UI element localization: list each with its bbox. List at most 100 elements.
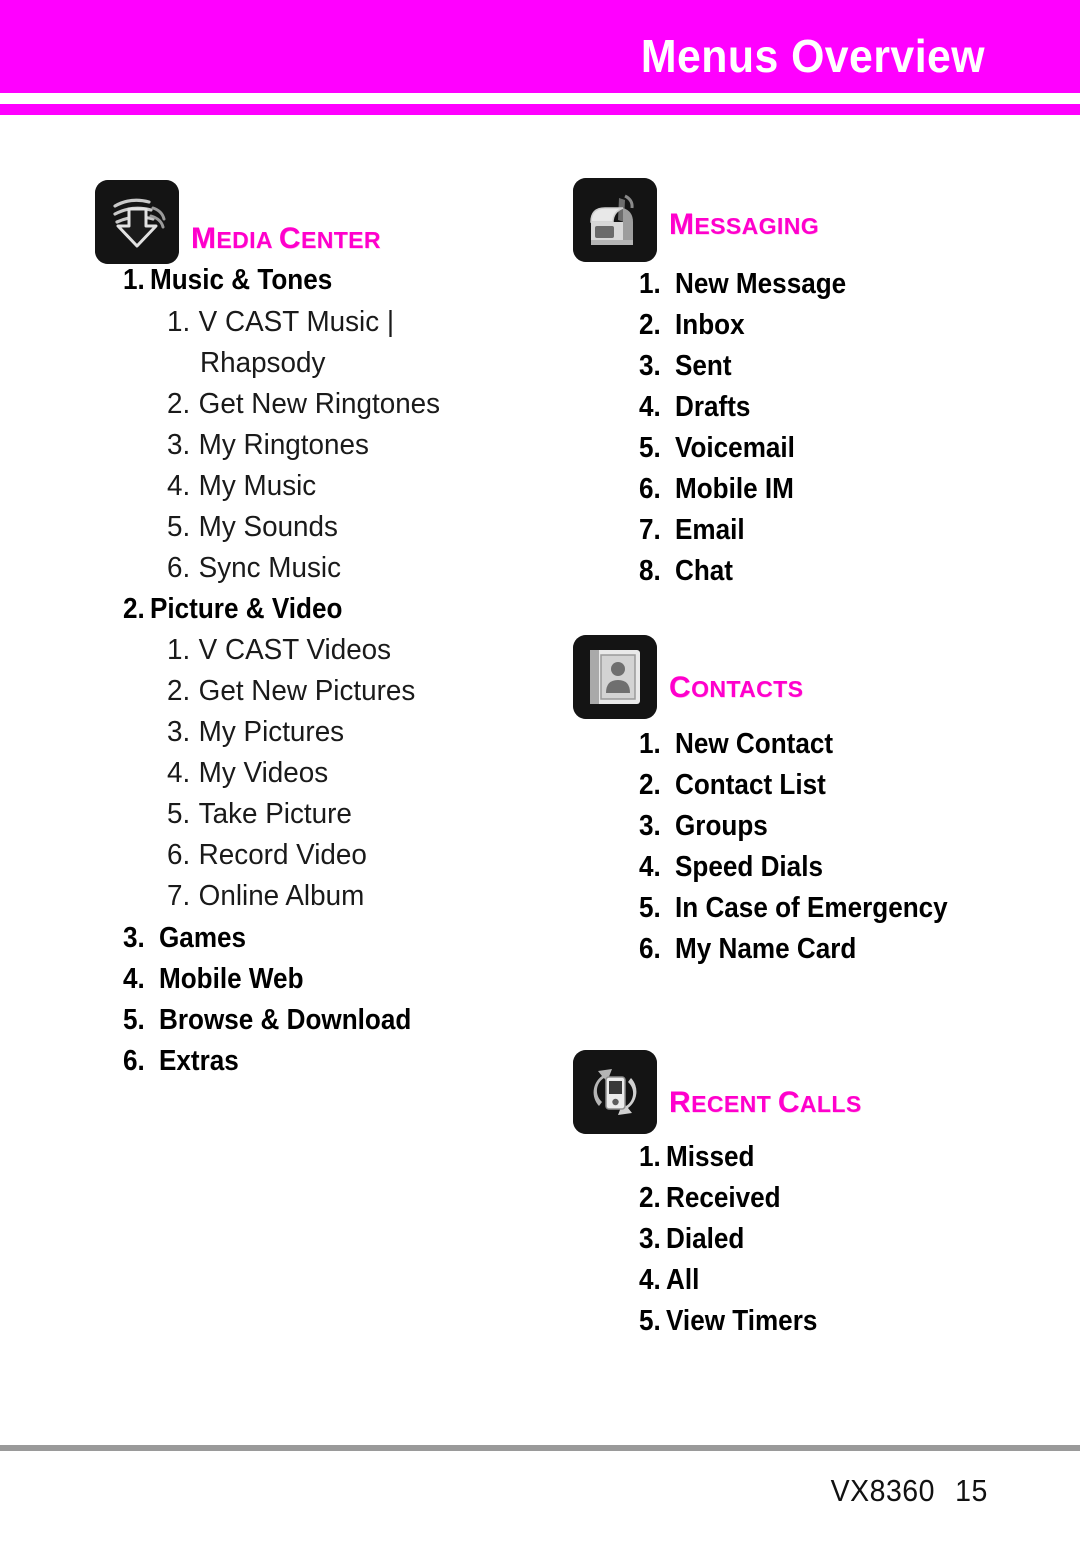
- list-item[interactable]: 4. Mobile Web: [123, 965, 304, 994]
- item-number: 1.: [167, 634, 191, 666]
- item-number: 2.: [167, 388, 191, 420]
- list-item[interactable]: 4. My Videos: [167, 759, 328, 788]
- item-number: 3.: [167, 429, 191, 461]
- list-item[interactable]: 6. Record Video: [167, 841, 367, 870]
- item-number: 6.: [639, 933, 661, 965]
- item-number: 1.: [123, 264, 145, 296]
- list-item[interactable]: 3. My Pictures: [167, 718, 344, 747]
- list-item[interactable]: 6. My Name Card: [639, 935, 856, 964]
- item-label: Rhapsody: [200, 347, 326, 379]
- item-number: 6.: [167, 839, 191, 871]
- item-number: 3.: [639, 350, 661, 382]
- item-label: New Contact: [675, 728, 834, 760]
- item-label: Groups: [675, 810, 768, 842]
- list-item[interactable]: 2. Inbox: [639, 311, 745, 340]
- list-item[interactable]: 7. Online Album: [167, 882, 364, 911]
- item-label: New Message: [675, 268, 847, 300]
- item-number: 1.: [639, 728, 661, 760]
- item-number: 4.: [167, 470, 191, 502]
- item-label: Online Album: [198, 880, 365, 912]
- recent-calls-icon: [573, 1050, 657, 1134]
- footer: VX8360 15: [831, 1473, 988, 1509]
- item-label: My Music: [198, 470, 317, 502]
- list-item[interactable]: 2. Received: [639, 1184, 781, 1213]
- item-label: Take Picture: [198, 798, 352, 830]
- list-item[interactable]: 6. Mobile IM: [639, 475, 794, 504]
- list-item[interactable]: 6. Sync Music: [167, 554, 341, 583]
- list-item[interactable]: 5. View Timers: [639, 1307, 817, 1336]
- media-center-title: MEDIA CENTER: [191, 224, 381, 254]
- list-item[interactable]: 1. V CAST Videos: [167, 636, 391, 665]
- item-label: Music & Tones: [150, 264, 333, 296]
- list-item[interactable]: 5. In Case of Emergency: [639, 894, 948, 923]
- item-number: 2.: [639, 769, 661, 801]
- list-item-continuation: Rhapsody: [200, 349, 325, 378]
- item-label: Record Video: [198, 839, 367, 871]
- list-item[interactable]: 3. Groups: [639, 812, 768, 841]
- item-label: Voicemail: [675, 432, 795, 464]
- list-item[interactable]: 1. New Contact: [639, 730, 833, 759]
- list-item[interactable]: 2. Picture & Video: [123, 595, 342, 624]
- list-item[interactable]: 2. Get New Pictures: [167, 677, 415, 706]
- mailbox-icon: [573, 178, 657, 262]
- item-label: Dialed: [666, 1223, 745, 1255]
- list-item[interactable]: 3. Games: [123, 924, 246, 953]
- page-title: Menus Overview: [640, 30, 985, 82]
- recent-calls-header: RECENT CALLS: [573, 1050, 1043, 1136]
- list-item[interactable]: 6. Extras: [123, 1047, 239, 1076]
- list-item[interactable]: 4. Speed Dials: [639, 853, 823, 882]
- item-label: Get New Ringtones: [198, 388, 441, 420]
- item-number: 1.: [639, 1141, 661, 1173]
- item-label: My Sounds: [198, 511, 338, 543]
- list-item[interactable]: 8. Chat: [639, 557, 733, 586]
- list-item[interactable]: 2. Contact List: [639, 771, 826, 800]
- list-item[interactable]: 5. Take Picture: [167, 800, 352, 829]
- item-label: Received: [666, 1182, 781, 1214]
- section-media-center: MEDIA CENTER 1. Music & Tones 1. V CAST Mu…: [95, 180, 535, 1076]
- messaging-title-m: M: [669, 208, 695, 241]
- messaging-header: MESSAGING: [573, 178, 1043, 262]
- list-item[interactable]: 1. Music & Tones: [123, 266, 332, 295]
- item-number: 4.: [639, 851, 661, 883]
- item-label: Email: [675, 514, 745, 546]
- media-center-title-c: C: [278, 222, 301, 255]
- list-item[interactable]: 5. Voicemail: [639, 434, 795, 463]
- item-number: 6.: [123, 1045, 145, 1077]
- list-item[interactable]: 5. Browse & Download: [123, 1006, 411, 1035]
- list-item[interactable]: 3. Sent: [639, 352, 732, 381]
- item-number: 2.: [639, 309, 661, 341]
- list-item[interactable]: 4. My Music: [167, 472, 316, 501]
- list-item[interactable]: 1. V CAST Music |: [167, 308, 394, 337]
- section-contacts: CONTACTS 1. New Contact 2. Contact List 3.…: [573, 635, 1043, 964]
- item-number: 5.: [639, 892, 661, 924]
- item-number: 3.: [639, 810, 661, 842]
- list-item[interactable]: 3. My Ringtones: [167, 431, 369, 460]
- list-item[interactable]: 7. Email: [639, 516, 745, 545]
- list-item[interactable]: 2. Get New Ringtones: [167, 390, 440, 419]
- recent-calls-title-r: R: [669, 1086, 692, 1119]
- item-number: 2.: [167, 675, 191, 707]
- media-center-title-m: M: [191, 222, 217, 255]
- list-item[interactable]: 5. My Sounds: [167, 513, 338, 542]
- item-label: My Ringtones: [198, 429, 369, 461]
- footer-divider-rule: [0, 1445, 1080, 1451]
- list-item[interactable]: 1. Missed: [639, 1143, 754, 1172]
- item-label: Games: [159, 922, 247, 954]
- item-number: 3.: [123, 922, 145, 954]
- list-item[interactable]: 1. New Message: [639, 270, 846, 299]
- recent-calls-title-alls: ALLS: [799, 1091, 862, 1117]
- item-label: View Timers: [666, 1305, 818, 1337]
- item-label: Speed Dials: [675, 851, 823, 883]
- contacts-title-c: C: [669, 671, 692, 704]
- list-item[interactable]: 4. Drafts: [639, 393, 750, 422]
- list-item[interactable]: 4. All: [639, 1266, 699, 1295]
- item-number: 2.: [123, 593, 145, 625]
- section-messaging: MESSAGING 1. New Message 2. Inbox 3. Sent 4…: [573, 178, 1043, 586]
- item-label: Contact List: [675, 769, 826, 801]
- item-label: Drafts: [675, 391, 751, 423]
- messaging-title-essaging: ESSAGING: [694, 213, 820, 239]
- list-item[interactable]: 3. Dialed: [639, 1225, 744, 1254]
- media-center-header: MEDIA CENTER: [95, 180, 535, 266]
- item-label: Mobile Web: [159, 963, 304, 995]
- recent-calls-title: RECENT CALLS: [669, 1088, 862, 1118]
